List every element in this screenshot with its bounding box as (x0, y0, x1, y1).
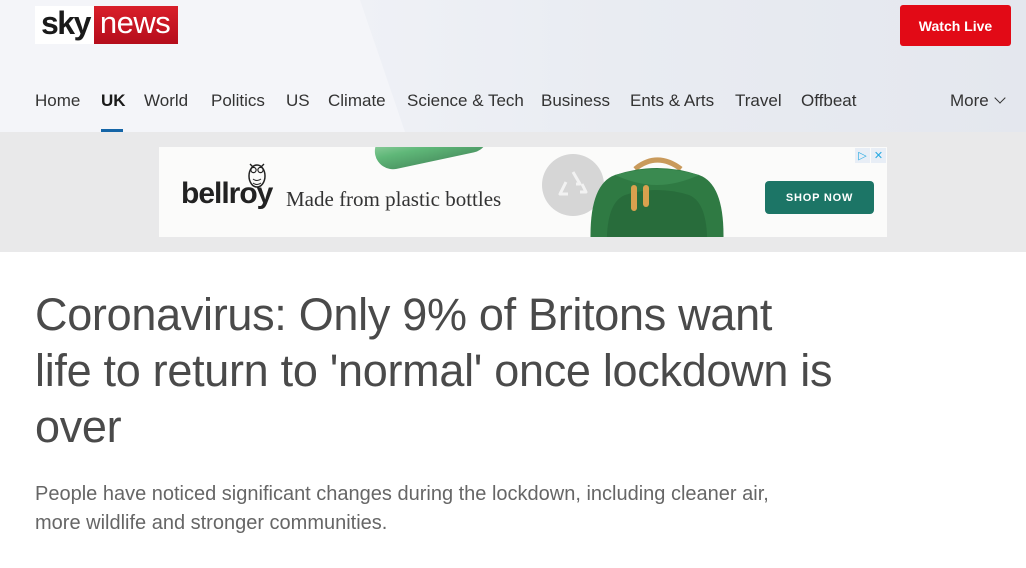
main-nav: Home UK World Politics US Climate Scienc… (0, 85, 1026, 132)
sky-news-logo[interactable]: sky news (35, 6, 179, 44)
nav-item-ents-arts[interactable]: Ents & Arts (630, 91, 714, 111)
nav-item-science-tech[interactable]: Science & Tech (407, 91, 524, 111)
nav-item-offbeat[interactable]: Offbeat (801, 91, 856, 111)
nav-item-us[interactable]: US (286, 91, 310, 111)
shop-now-button[interactable]: SHOP NOW (765, 181, 874, 214)
adchoices-icon[interactable]: ▷ (855, 148, 870, 163)
plastic-bottle-image (371, 147, 492, 173)
nav-item-politics[interactable]: Politics (211, 91, 265, 111)
nav-more-label: More (950, 91, 989, 110)
logo-sky-text: sky (35, 6, 94, 44)
logo-news-text: news (93, 6, 179, 44)
nav-more-button[interactable]: More (950, 91, 1006, 111)
nav-item-climate[interactable]: Climate (328, 91, 386, 111)
close-icon[interactable]: ✕ (871, 148, 886, 163)
site-header: sky news Watch Live Home UK World Politi… (0, 0, 1026, 132)
nav-active-underline (101, 129, 123, 132)
nav-item-home[interactable]: Home (35, 91, 80, 111)
owl-icon (248, 163, 266, 188)
nav-item-travel[interactable]: Travel (735, 91, 782, 111)
ad-tagline: Made from plastic bottles (286, 187, 502, 211)
advertisement[interactable]: bellroy Made from plastic bottles SHOP N… (159, 147, 887, 237)
article-headline: Coronavirus: Only 9% of Britons want lif… (35, 289, 833, 452)
watch-live-button[interactable]: Watch Live (900, 5, 1011, 46)
backpack-image (590, 157, 724, 237)
nav-item-uk[interactable]: UK (101, 91, 126, 111)
adchoices-controls: ▷ ✕ (855, 148, 887, 163)
article-standfirst: People have noticed significant changes … (35, 483, 769, 534)
nav-item-world[interactable]: World (144, 91, 188, 111)
chevron-down-icon (994, 92, 1006, 104)
nav-item-business[interactable]: Business (541, 91, 610, 111)
